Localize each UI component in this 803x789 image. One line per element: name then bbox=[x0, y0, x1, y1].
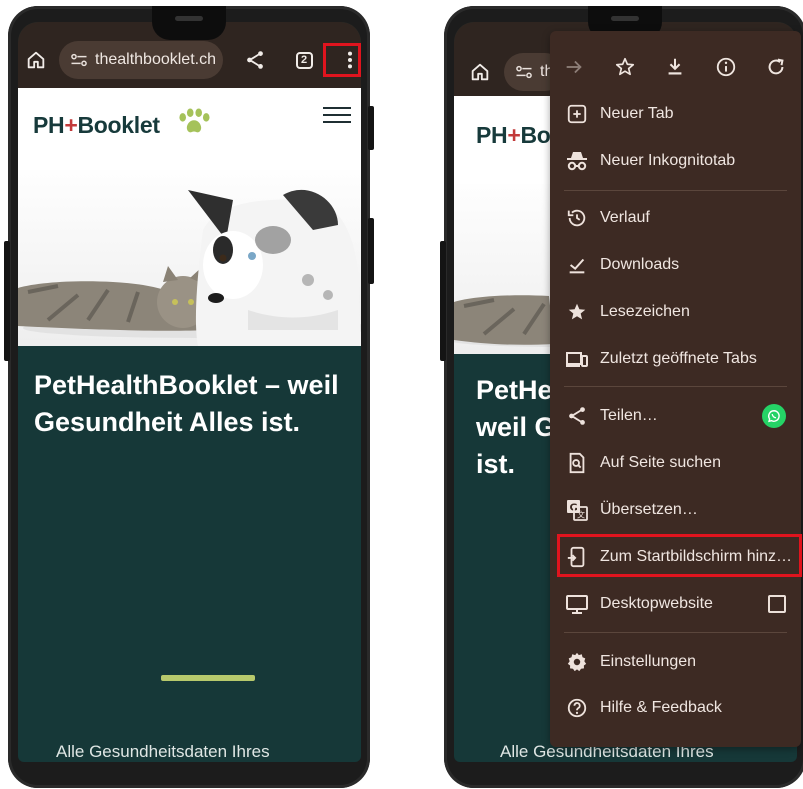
menu-item-label: Zuletzt geöffnete Tabs bbox=[600, 350, 757, 367]
menu-item-label: Hilfe & Feedback bbox=[600, 699, 722, 716]
address-bar[interactable]: thealthbooklet.ch bbox=[59, 41, 223, 79]
menu-item-settings[interactable]: Einstellungen bbox=[550, 642, 801, 682]
desktop-site-checkbox[interactable] bbox=[768, 595, 786, 613]
menu-item-label: Einstellungen bbox=[600, 653, 697, 670]
download-icon[interactable] bbox=[663, 55, 687, 79]
menu-divider bbox=[564, 632, 787, 633]
site-logo[interactable]: PH+Booklet bbox=[33, 112, 160, 139]
camera-notch bbox=[152, 6, 226, 40]
forward-icon[interactable] bbox=[562, 55, 586, 79]
page-headline: PetHealthBooklet – weil Gesundheit Alles… bbox=[34, 370, 339, 437]
desktop-icon bbox=[565, 592, 589, 616]
menu-item-bookmarks[interactable]: Lesezeichen bbox=[550, 292, 801, 332]
menu-action-row bbox=[550, 31, 801, 101]
menu-item-desktop-site[interactable]: Desktopwebsite bbox=[550, 584, 801, 624]
phone-left: thealthbooklet.ch 2 PH+Booklet PetHealth… bbox=[4, 6, 374, 788]
share-icon bbox=[565, 404, 589, 428]
menu-item-new-incognito-tab[interactable]: Neuer Inkognitotab bbox=[550, 141, 801, 181]
site-settings-icon[interactable] bbox=[69, 50, 89, 70]
paw-icon bbox=[179, 108, 210, 133]
menu-item-find-in-page[interactable]: Auf Seite suchen bbox=[550, 443, 801, 483]
site-header: PH+Booklet bbox=[18, 88, 361, 170]
reload-icon[interactable] bbox=[764, 55, 788, 79]
highlight-more-options bbox=[323, 43, 361, 77]
volume-button bbox=[440, 241, 446, 361]
incognito-icon bbox=[565, 149, 589, 173]
menu-item-new-tab[interactable]: Neuer Tab bbox=[550, 94, 801, 134]
bookmark-star-icon bbox=[565, 300, 589, 324]
page-subtext: Alle Gesundheitsdaten Ihres bbox=[56, 742, 270, 761]
menu-divider bbox=[564, 386, 787, 387]
svg-text:文: 文 bbox=[577, 510, 585, 520]
site-settings-icon[interactable] bbox=[514, 62, 534, 82]
info-icon[interactable] bbox=[714, 55, 738, 79]
find-in-page-icon bbox=[565, 451, 589, 475]
menu-item-label: Neuer Tab bbox=[600, 105, 674, 122]
history-icon bbox=[565, 206, 589, 230]
accent-divider bbox=[161, 675, 255, 681]
menu-item-label: Auf Seite suchen bbox=[600, 454, 721, 471]
menu-item-translate[interactable]: G文 Übersetzen… bbox=[550, 490, 801, 530]
menu-item-label: Teilen… bbox=[600, 407, 658, 424]
downloads-icon bbox=[565, 253, 589, 277]
side-button bbox=[368, 218, 374, 284]
whatsapp-icon[interactable] bbox=[762, 404, 786, 428]
help-icon bbox=[565, 696, 589, 720]
menu-item-label: Lesezeichen bbox=[600, 303, 690, 320]
share-icon[interactable] bbox=[241, 46, 269, 74]
highlight-add-to-home-screen bbox=[557, 534, 802, 577]
hamburger-menu-icon[interactable] bbox=[323, 102, 351, 128]
menu-item-downloads[interactable]: Downloads bbox=[550, 245, 801, 285]
star-icon[interactable] bbox=[613, 55, 637, 79]
menu-item-label: Verlauf bbox=[600, 209, 650, 226]
volume-button bbox=[4, 241, 10, 361]
menu-item-history[interactable]: Verlauf bbox=[550, 198, 801, 238]
tab-switcher-button[interactable]: 2 bbox=[290, 46, 318, 74]
menu-item-recent-tabs[interactable]: Zuletzt geöffnete Tabs bbox=[550, 339, 801, 379]
menu-item-label: Desktopwebsite bbox=[600, 595, 713, 612]
browser-overflow-menu: Neuer Tab Neuer Inkognitotab Verlauf Dow… bbox=[550, 31, 801, 747]
power-button bbox=[368, 106, 374, 150]
home-icon[interactable] bbox=[466, 58, 494, 86]
tab-count: 2 bbox=[295, 51, 313, 69]
hero-image-cat-and-dog bbox=[18, 170, 361, 346]
menu-item-label: Neuer Inkognitotab bbox=[600, 152, 736, 169]
menu-item-label: Downloads bbox=[600, 256, 680, 273]
page-headline-partial: PetHe weil Gist. bbox=[476, 375, 556, 479]
browser-screen: thealthbooklet.ch 2 PH+Booklet PetHealth… bbox=[18, 22, 361, 762]
translate-icon: G文 bbox=[565, 498, 589, 522]
url-text: thealthbooklet.ch bbox=[95, 51, 216, 68]
recent-tabs-icon bbox=[565, 347, 589, 371]
menu-divider bbox=[564, 190, 787, 191]
new-tab-icon bbox=[565, 102, 589, 126]
menu-item-label: Übersetzen… bbox=[600, 501, 698, 518]
home-icon[interactable] bbox=[22, 46, 50, 74]
menu-item-help-feedback[interactable]: Hilfe & Feedback bbox=[550, 688, 801, 728]
menu-item-share[interactable]: Teilen… bbox=[550, 396, 801, 436]
settings-icon bbox=[565, 650, 589, 674]
